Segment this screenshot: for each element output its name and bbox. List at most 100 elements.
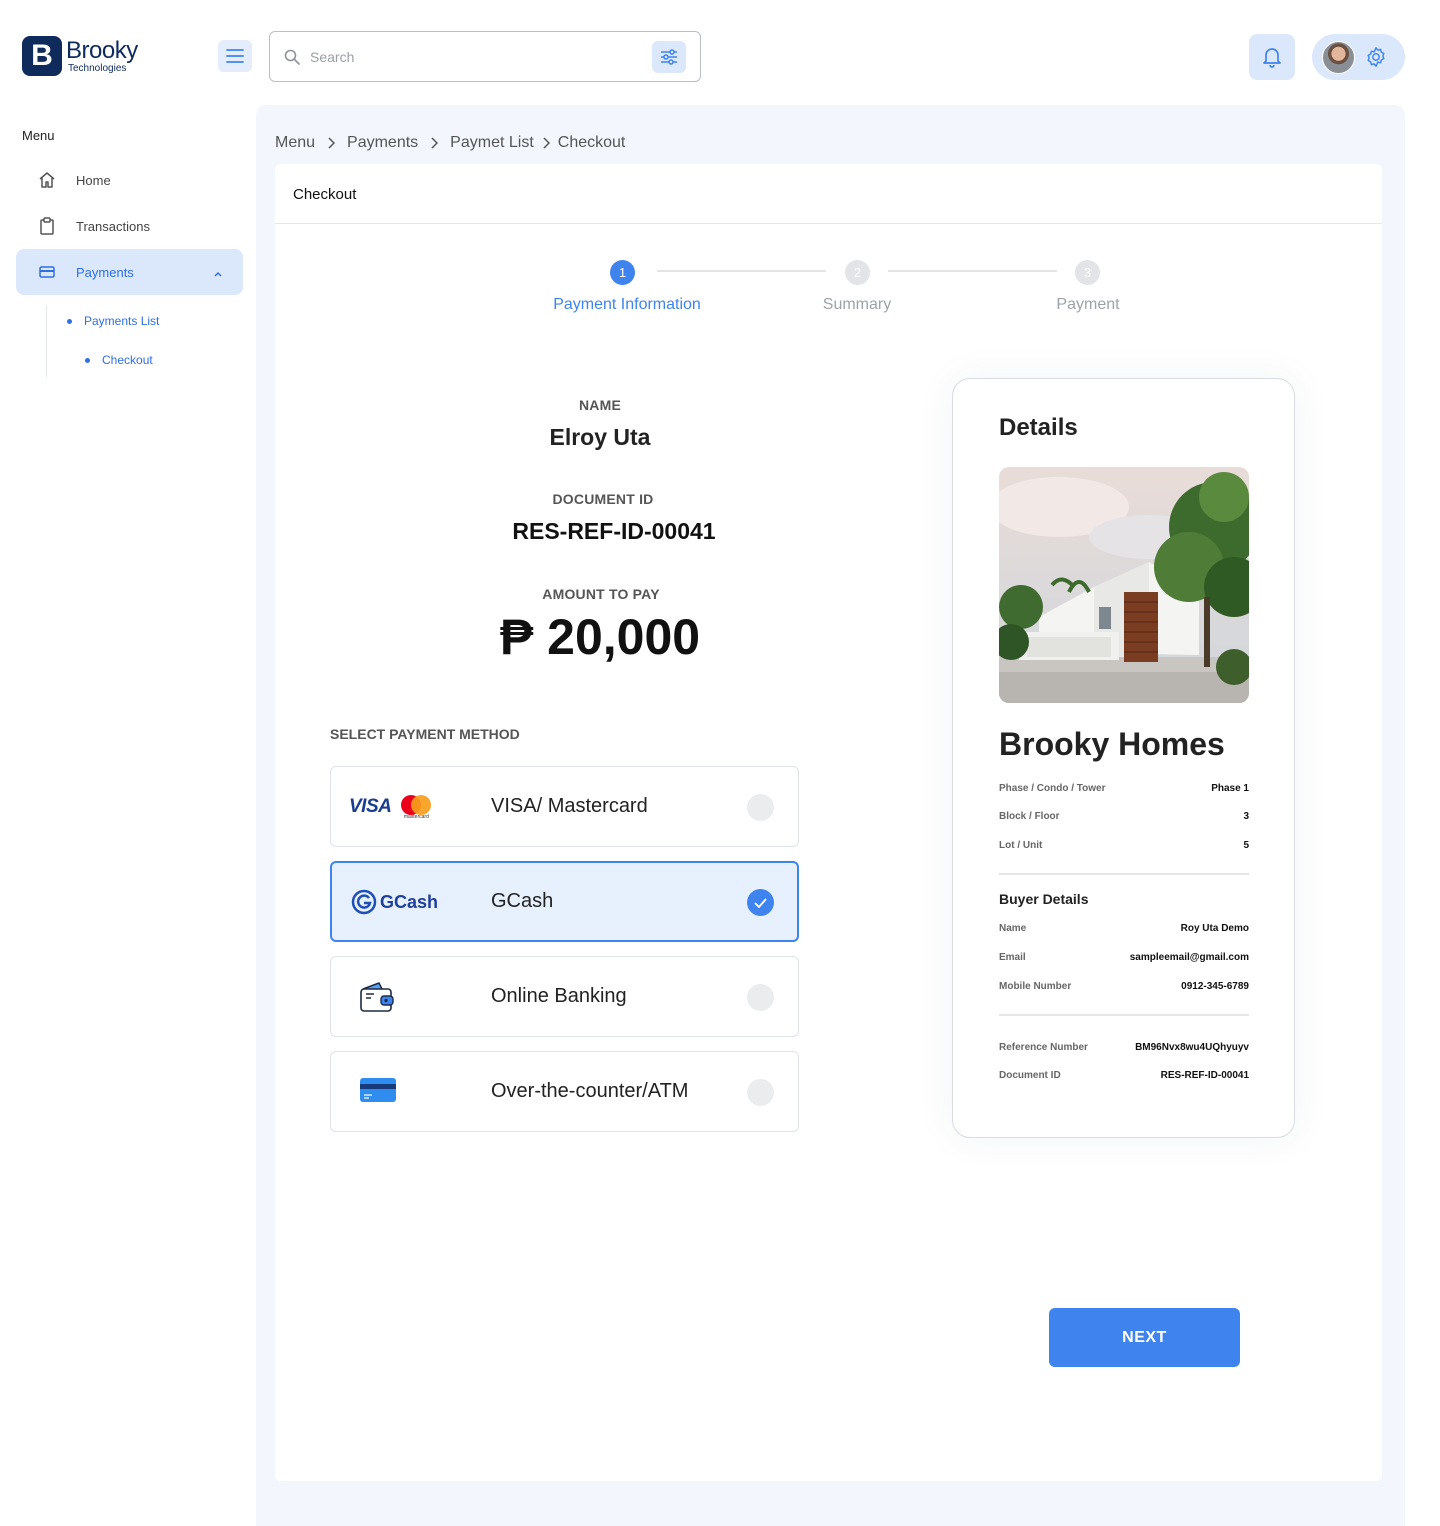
profile-menu[interactable] bbox=[1312, 34, 1405, 80]
sidebar-subitem-label: Payments List bbox=[84, 314, 160, 328]
chevron-right-icon bbox=[327, 137, 336, 149]
sidebar-item-transactions[interactable]: Transactions bbox=[16, 203, 243, 249]
avatar[interactable] bbox=[1322, 40, 1355, 74]
filter-button[interactable] bbox=[652, 41, 686, 73]
row-value: Roy Uta Demo bbox=[1180, 923, 1249, 934]
search-bar[interactable] bbox=[269, 31, 701, 82]
brand-name: Brooky bbox=[66, 36, 138, 64]
step-1-label: Payment Information bbox=[553, 296, 701, 313]
search-input[interactable] bbox=[310, 48, 630, 65]
row-key: Email bbox=[999, 952, 1026, 963]
row-value: RES-REF-ID-00041 bbox=[1160, 1070, 1249, 1081]
notifications-button[interactable] bbox=[1249, 34, 1295, 80]
sliders-icon bbox=[661, 49, 677, 65]
divider bbox=[999, 1014, 1249, 1016]
sidebar-item-home[interactable]: Home bbox=[16, 157, 243, 203]
brand-subtitle: Technologies bbox=[68, 62, 127, 74]
payer-name: Elroy Uta bbox=[549, 424, 651, 450]
property-row: Block / Floor 3 bbox=[999, 811, 1249, 822]
radio-button-checked[interactable] bbox=[747, 889, 774, 916]
property-image bbox=[999, 467, 1249, 703]
row-key: Block / Floor bbox=[999, 811, 1060, 822]
step-1-indicator: 1 bbox=[610, 260, 635, 285]
step-2-indicator: 2 bbox=[845, 260, 870, 285]
stepper-line bbox=[657, 270, 826, 272]
payment-method-visa-mastercard[interactable]: VISA mastercard VISA/ Mastercard bbox=[330, 766, 799, 847]
gcash-logo: GCash bbox=[351, 884, 438, 920]
breadcrumb-item[interactable]: Paymet List bbox=[450, 134, 534, 152]
breadcrumb-item[interactable]: Payments bbox=[347, 134, 418, 152]
step-3-label: Payment bbox=[1056, 296, 1120, 313]
check-icon bbox=[754, 897, 767, 908]
gcash-wordmark: GCash bbox=[380, 891, 439, 912]
visa-logo: VISA bbox=[349, 796, 392, 817]
row-key: Phase / Condo / Tower bbox=[999, 783, 1106, 794]
payment-method-label: Over-the-counter/ATM bbox=[491, 1080, 689, 1102]
next-button[interactable]: NEXT bbox=[1049, 1308, 1240, 1367]
sidebar-subitem-payments-list[interactable]: Payments List bbox=[67, 314, 159, 328]
clipboard-icon bbox=[38, 217, 56, 235]
search-icon bbox=[284, 49, 300, 65]
divider bbox=[999, 873, 1249, 875]
mastercard-wordmark: mastercard bbox=[403, 814, 429, 820]
breadcrumb: Menu Payments Paymet List Checkout bbox=[275, 134, 625, 152]
radio-button[interactable] bbox=[747, 1079, 774, 1106]
row-key: Reference Number bbox=[999, 1042, 1088, 1053]
name-label: NAME bbox=[578, 397, 622, 413]
sidebar-subitem-label: Checkout bbox=[102, 353, 153, 367]
radio-button[interactable] bbox=[747, 794, 774, 821]
buyer-row: Name Roy Uta Demo bbox=[999, 923, 1249, 934]
amount-label: AMOUNT TO PAY bbox=[542, 586, 660, 602]
step-3-indicator: 3 bbox=[1075, 260, 1100, 285]
hamburger-menu-button[interactable] bbox=[218, 40, 252, 72]
payment-method-label: Online Banking bbox=[491, 985, 627, 1007]
breadcrumb-item[interactable]: Menu bbox=[275, 134, 315, 152]
row-value: 0912-345-6789 bbox=[1181, 981, 1249, 992]
buyer-row: Email sampleemail@gmail.com bbox=[999, 952, 1249, 963]
brand-logo[interactable]: B Brooky Technologies bbox=[22, 36, 152, 76]
mastercard-logo: mastercard bbox=[399, 795, 433, 820]
card-icon bbox=[38, 263, 56, 281]
details-title: Details bbox=[999, 414, 1078, 441]
settings-button[interactable] bbox=[1365, 46, 1387, 68]
payment-method-label: GCash bbox=[491, 890, 554, 912]
buyer-row: Mobile Number 0912-345-6789 bbox=[999, 981, 1249, 992]
radio-button[interactable] bbox=[747, 984, 774, 1011]
chevron-up-icon bbox=[213, 266, 223, 281]
breadcrumb-item-current: Checkout bbox=[557, 134, 626, 151]
payment-method-label: VISA/ Mastercard bbox=[491, 795, 648, 817]
payment-method-otc-atm[interactable]: Over-the-counter/ATM bbox=[330, 1051, 799, 1132]
sidebar-item-payments[interactable]: Payments bbox=[16, 249, 243, 295]
property-row: Lot / Unit 5 bbox=[999, 840, 1249, 851]
sidebar-item-label: Payments bbox=[76, 264, 134, 280]
chevron-right-icon bbox=[542, 137, 550, 149]
row-value: sampleemail@gmail.com bbox=[1129, 952, 1249, 963]
visa-mastercard-logo: VISA mastercard bbox=[349, 789, 433, 825]
hamburger-icon bbox=[226, 49, 244, 63]
row-key: Lot / Unit bbox=[999, 840, 1043, 851]
wallet-icon bbox=[359, 980, 395, 1016]
step-2-label: Summary bbox=[822, 296, 892, 313]
home-icon bbox=[38, 171, 56, 189]
bell-icon bbox=[1263, 48, 1281, 68]
row-key: Mobile Number bbox=[999, 981, 1072, 992]
payment-method-online-banking[interactable]: Online Banking bbox=[330, 956, 799, 1037]
row-value: 3 bbox=[1243, 811, 1249, 822]
gear-icon bbox=[1367, 47, 1385, 67]
brand-logo-mark: B bbox=[22, 36, 62, 76]
property-name: Brooky Homes bbox=[999, 726, 1225, 762]
sidebar-subitem-checkout[interactable]: Checkout bbox=[85, 353, 153, 367]
reference-row: Reference Number BM96Nvx8wu4UQhyuyv bbox=[999, 1042, 1249, 1053]
reference-row: Document ID RES-REF-ID-00041 bbox=[999, 1070, 1249, 1081]
submenu-line bbox=[46, 305, 47, 377]
payment-method-gcash[interactable]: GCash GCash bbox=[330, 861, 799, 942]
card-title: Checkout bbox=[293, 186, 357, 203]
row-value: 5 bbox=[1243, 840, 1249, 851]
bullet-icon bbox=[85, 357, 90, 363]
document-id-value: RES-REF-ID-00041 bbox=[512, 518, 716, 544]
row-key: Name bbox=[999, 923, 1027, 934]
row-value: Phase 1 bbox=[1211, 783, 1249, 794]
credit-card-icon bbox=[359, 1072, 397, 1108]
payment-method-title: SELECT PAYMENT METHOD bbox=[330, 726, 520, 742]
stepper-line bbox=[888, 270, 1057, 272]
